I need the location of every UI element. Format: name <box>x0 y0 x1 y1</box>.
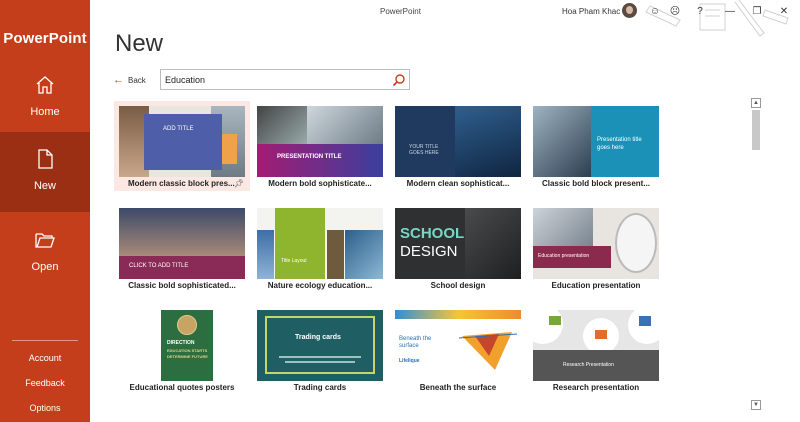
sidebar-item-open[interactable]: Open <box>0 213 90 293</box>
sidebar-item-label: New <box>33 180 56 192</box>
back-label: Back <box>128 75 146 85</box>
thumb-title: Title Layout <box>281 258 307 264</box>
template-card[interactable]: Trading cards Trading cards <box>252 305 388 395</box>
back-arrow-icon: ← <box>113 74 124 86</box>
template-thumbnail: Research Presentation <box>533 310 659 381</box>
sidebar-divider <box>12 340 78 341</box>
thumb-subtitle: DESIGN <box>400 243 458 260</box>
template-caption: Education presentation <box>551 281 641 290</box>
thumb-title: Education presentation <box>538 253 590 259</box>
restore-icon[interactable]: ❐ <box>749 3 765 19</box>
search-icon[interactable] <box>392 73 406 87</box>
thumb-title: Trading cards <box>295 334 341 341</box>
thumb-title: PRESENTATION TITLE <box>277 154 342 160</box>
sidebar-item-label: Home <box>30 106 60 118</box>
user-name: Hoa Pham Khac <box>562 7 621 16</box>
thumb-title: Beneath the surface <box>399 336 432 349</box>
smile-feedback-icon[interactable]: ☺ <box>647 3 663 19</box>
sidebar-item-options[interactable]: Options <box>0 403 90 413</box>
template-card[interactable]: Research Presentation Research presentat… <box>528 305 664 395</box>
template-caption: Nature ecology education... <box>267 281 373 290</box>
frown-feedback-icon[interactable]: ☹ <box>667 3 683 19</box>
template-caption: Modern bold sophisticate... <box>268 179 372 188</box>
new-document-icon <box>38 149 53 169</box>
title-bar: PowerPoint Hoa Pham Khac ☺ ☹ ? — ❐ ✕ <box>90 0 800 37</box>
sidebar: PowerPoint Home New Open Account Feedbac… <box>0 0 90 422</box>
thumb-title: Research Presentation <box>563 362 614 368</box>
template-caption: Beneath the surface <box>419 383 497 392</box>
template-card[interactable]: DIRECTION EDUCATION STARTS DETERMINE FUT… <box>114 305 250 395</box>
template-thumbnail: Presentation title goes here <box>533 106 659 177</box>
sidebar-item-home[interactable]: Home <box>0 58 90 138</box>
template-caption: Research presentation <box>552 383 640 392</box>
help-icon[interactable]: ? <box>692 3 708 19</box>
thumb-graphic <box>458 332 518 370</box>
template-caption: Modern clean sophisticat... <box>406 179 510 188</box>
template-thumbnail: Beneath the surface Lifelique <box>395 310 521 381</box>
back-button[interactable]: ← Back <box>113 74 146 86</box>
sidebar-item-label: Open <box>31 261 59 273</box>
search-box <box>160 69 410 90</box>
template-thumbnail: Trading cards <box>257 310 383 381</box>
template-thumbnail: SCHOOL DESIGN <box>395 208 521 279</box>
minimize-icon[interactable]: — <box>722 3 738 19</box>
template-caption: Trading cards <box>293 383 347 392</box>
thumb-title: YOUR TITLE GOES HERE <box>409 144 439 156</box>
template-card[interactable]: Presentation title goes here Classic bol… <box>528 101 664 191</box>
thumb-title: SCHOOL <box>400 225 465 242</box>
template-card[interactable]: CLICK TO ADD TITLE Classic bold sophisti… <box>114 203 250 293</box>
template-card[interactable]: Education presentation Education present… <box>528 203 664 293</box>
window-title: PowerPoint <box>380 7 421 16</box>
page-title: New <box>115 30 164 57</box>
search-input[interactable] <box>165 72 390 87</box>
scroll-up-icon[interactable]: ▲ <box>751 98 761 108</box>
folder-icon <box>35 233 55 248</box>
home-icon <box>36 76 54 94</box>
template-caption: Classic bold block present... <box>541 179 651 188</box>
pin-icon[interactable]: 📌︎ <box>234 179 244 188</box>
template-thumbnail: ADD TITLE <box>119 106 245 177</box>
app-window: PowerPoint Home New Open Account Feedbac… <box>0 0 800 422</box>
template-thumbnail: DIRECTION EDUCATION STARTS DETERMINE FUT… <box>119 310 245 381</box>
avatar[interactable] <box>622 3 637 18</box>
template-card[interactable]: Title Layout Nature ecology education... <box>252 203 388 293</box>
template-thumbnail: Education presentation <box>533 208 659 279</box>
sidebar-item-new[interactable]: New <box>0 132 90 212</box>
template-card[interactable]: YOUR TITLE GOES HERE Modern clean sophis… <box>390 101 526 191</box>
thumb-title: CLICK TO ADD TITLE <box>129 263 189 269</box>
template-card[interactable]: Beneath the surface Lifelique Beneath th… <box>390 305 526 395</box>
sidebar-item-feedback[interactable]: Feedback <box>0 378 90 388</box>
thumb-title: Presentation title goes here <box>597 137 642 151</box>
template-thumbnail: PRESENTATION TITLE <box>257 106 383 177</box>
template-thumbnail: CLICK TO ADD TITLE <box>119 208 245 279</box>
template-card[interactable]: SCHOOL DESIGN School design <box>390 203 526 293</box>
template-thumbnail: Title Layout <box>257 208 383 279</box>
thumb-title: ADD TITLE <box>163 126 194 132</box>
template-caption: Educational quotes posters <box>129 383 235 392</box>
template-caption: School design <box>430 281 486 290</box>
vertical-scrollbar[interactable]: ▲ ▼ <box>750 98 762 410</box>
template-card[interactable]: PRESENTATION TITLE Modern bold sophistic… <box>252 101 388 191</box>
template-caption: Modern classic block pres... <box>128 179 235 188</box>
template-caption: Classic bold sophisticated... <box>128 281 236 290</box>
scroll-down-icon[interactable]: ▼ <box>751 400 761 410</box>
thumb-subtitle: Lifelique <box>399 358 420 364</box>
scroll-thumb[interactable] <box>752 110 760 150</box>
thumb-title: DIRECTION <box>167 340 195 346</box>
template-thumbnail: YOUR TITLE GOES HERE <box>395 106 521 177</box>
template-card[interactable]: ADD TITLE Modern classic block pres... 📌… <box>114 101 250 191</box>
close-icon[interactable]: ✕ <box>776 3 792 19</box>
thumb-subtitle: EDUCATION STARTS DETERMINE FUTURE <box>167 348 208 359</box>
sidebar-item-account[interactable]: Account <box>0 353 90 363</box>
app-brand: PowerPoint <box>3 30 87 47</box>
